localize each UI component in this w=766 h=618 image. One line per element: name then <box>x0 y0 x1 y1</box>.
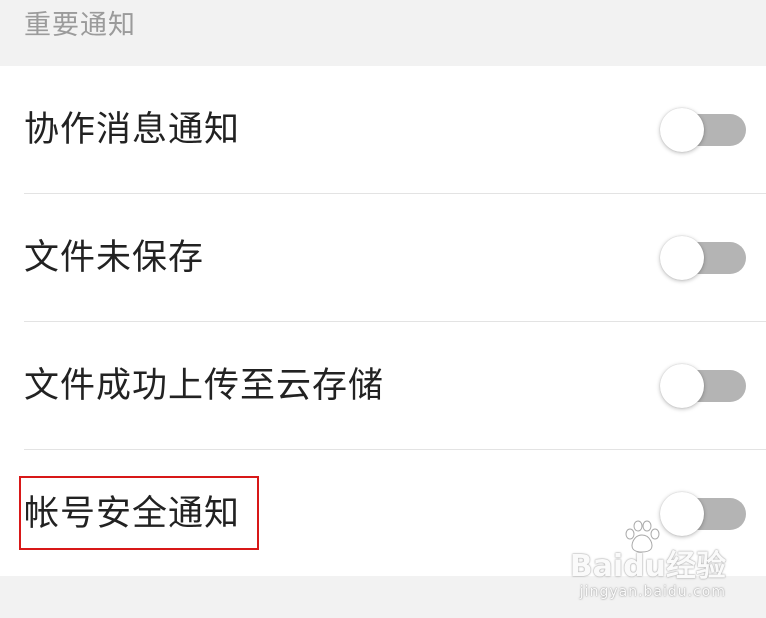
notification-list: 协作消息通知 文件未保存 文件成功上传至云存储 帐号安全通知 <box>0 66 766 576</box>
collab-message-toggle[interactable] <box>658 106 748 154</box>
cloud-upload-toggle[interactable] <box>658 362 748 410</box>
section-header: 重要通知 <box>0 0 766 66</box>
toggle-knob <box>660 492 704 536</box>
toggle-knob <box>660 108 704 152</box>
list-item-label: 文件未保存 <box>24 238 205 278</box>
list-item-label: 协作消息通知 <box>24 110 241 150</box>
list-item-collab-message: 协作消息通知 <box>0 66 766 194</box>
baidu-watermark: Baidu经验 jingyan.baidu.com <box>569 520 726 600</box>
list-item-cloud-upload: 文件成功上传至云存储 <box>0 322 766 450</box>
toggle-knob <box>660 236 704 280</box>
list-item-label: 帐号安全通知 <box>24 494 241 534</box>
file-unsaved-toggle[interactable] <box>658 234 748 282</box>
list-item-label: 文件成功上传至云存储 <box>24 366 385 406</box>
toggle-knob <box>660 364 704 408</box>
watermark-url: jingyan.baidu.com <box>579 584 726 600</box>
section-title: 重要通知 <box>24 10 136 41</box>
account-security-toggle[interactable] <box>658 490 748 538</box>
notification-settings-screen: 重要通知 协作消息通知 文件未保存 文件成功上传至云存储 帐号安全通知 Baid… <box>0 0 766 618</box>
list-item-file-unsaved: 文件未保存 <box>0 194 766 322</box>
paw-icon <box>625 520 660 553</box>
watermark-logo: Baidu经验 <box>569 549 726 584</box>
